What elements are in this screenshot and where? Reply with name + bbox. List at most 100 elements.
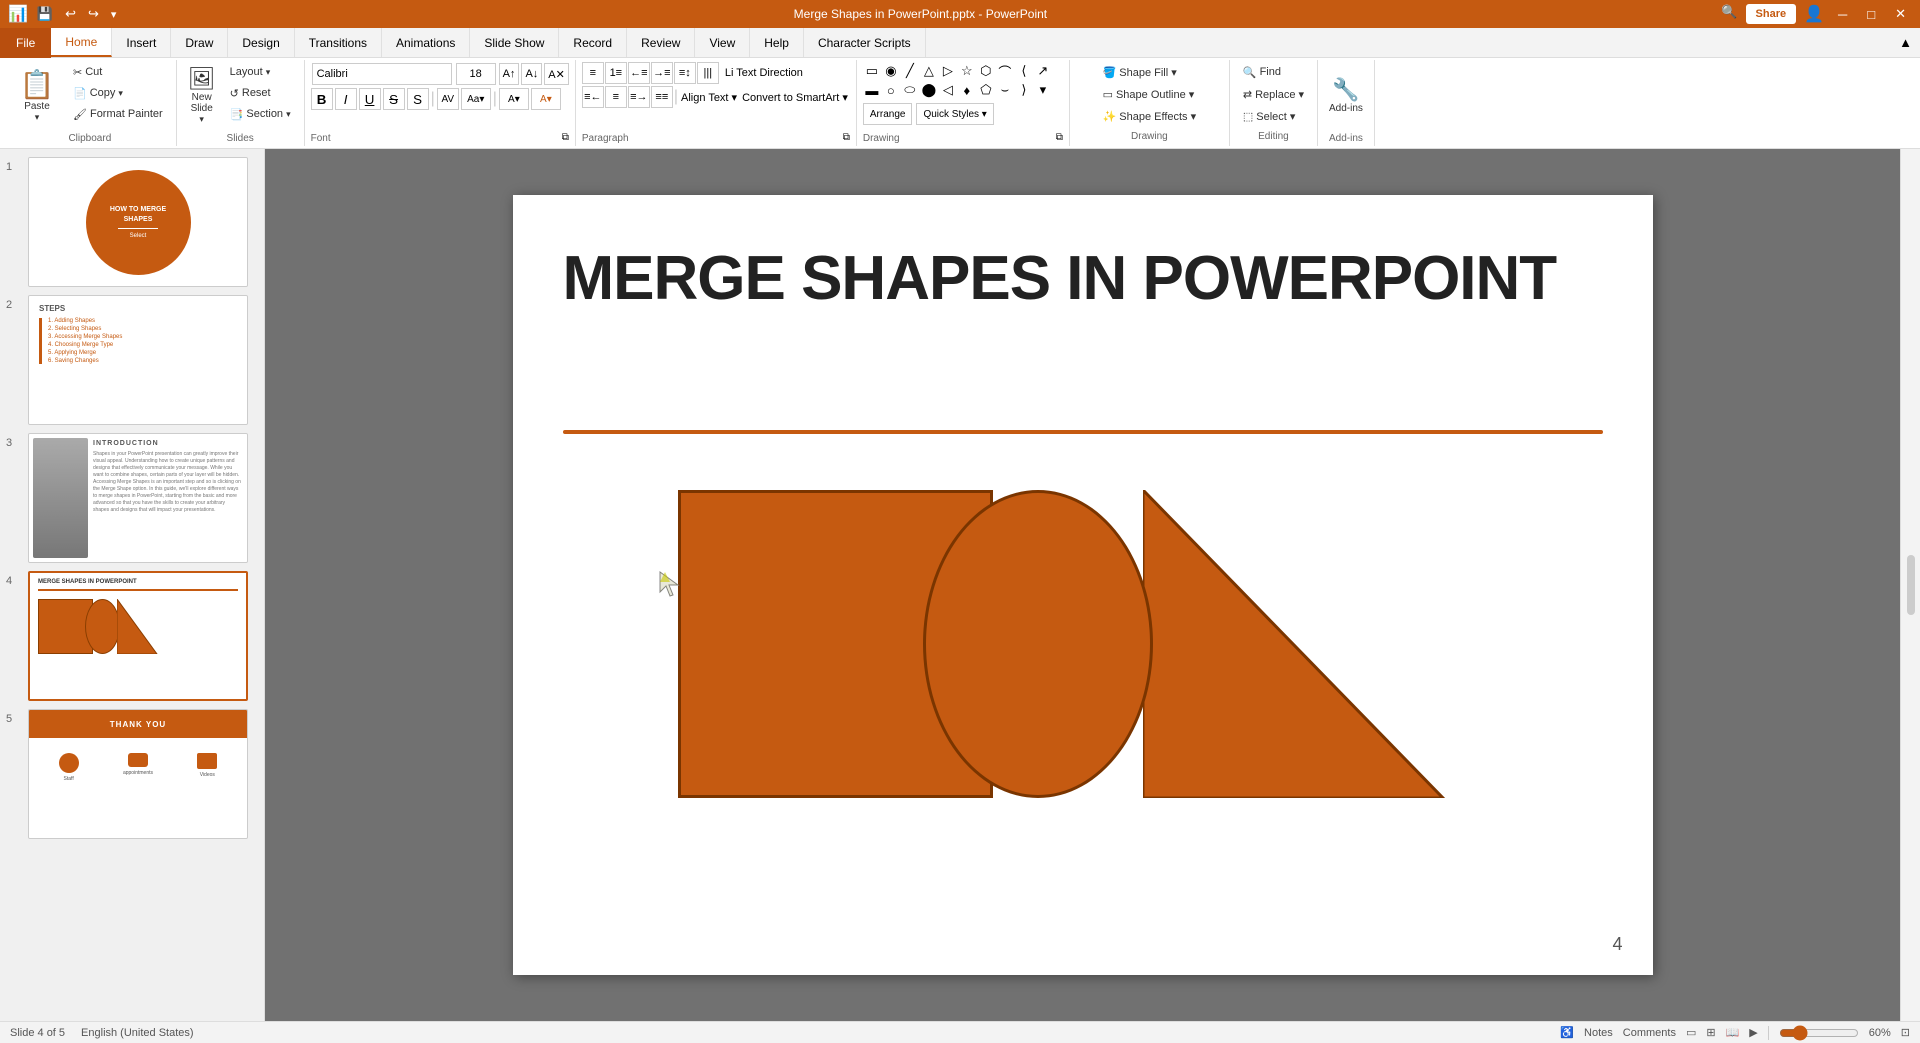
tab-slideshow[interactable]: Slide Show bbox=[470, 28, 559, 57]
shape-fill-button[interactable]: 🪣 Shape Fill ▾ bbox=[1096, 62, 1184, 82]
shape-effects-button[interactable]: ✨ Shape Effects ▾ bbox=[1096, 106, 1204, 126]
shape-icon-2[interactable]: ◉ bbox=[882, 62, 900, 80]
increase-font-size-button[interactable]: A↑ bbox=[499, 63, 520, 85]
right-scroll-panel[interactable] bbox=[1900, 149, 1920, 1021]
notes-button[interactable]: Notes bbox=[1584, 1027, 1613, 1039]
close-button[interactable]: ✕ bbox=[1889, 4, 1912, 24]
shape-icon-4[interactable]: △ bbox=[920, 62, 938, 80]
new-slide-button[interactable]: 🖼 New Slide ▾ bbox=[183, 62, 221, 128]
copy-button[interactable]: 📄 Copy ▾ bbox=[66, 83, 170, 103]
slide-thumb-5[interactable]: 5 THANK YOU Staff appointments bbox=[6, 709, 258, 839]
normal-view-icon[interactable]: ▭ bbox=[1686, 1026, 1696, 1039]
quick-undo[interactable]: ↩ bbox=[62, 6, 79, 22]
slide-thumbnail-5[interactable]: THANK YOU Staff appointments bbox=[28, 709, 248, 839]
paste-dropdown-icon[interactable]: ▾ bbox=[35, 112, 40, 123]
find-button[interactable]: 🔍 Find bbox=[1236, 62, 1288, 82]
strikethrough-button[interactable]: S bbox=[383, 88, 405, 110]
tab-character-scripts[interactable]: Character Scripts bbox=[804, 28, 926, 57]
shape-icon-15[interactable]: ◁ bbox=[939, 81, 957, 99]
slide-thumbnail-1[interactable]: HOW TO MERGE SHAPES Select bbox=[28, 157, 248, 287]
italic-button[interactable]: I bbox=[335, 88, 357, 110]
shape-icon-5[interactable]: ▷ bbox=[939, 62, 957, 80]
shadow-button[interactable]: S bbox=[407, 88, 429, 110]
tab-design[interactable]: Design bbox=[228, 28, 294, 57]
comments-button[interactable]: Comments bbox=[1623, 1027, 1676, 1039]
slide-thumb-3[interactable]: 3 INTRODUCTION Shapes in your PowerPoint… bbox=[6, 433, 258, 563]
presenter-view-icon[interactable]: ▶ bbox=[1749, 1026, 1757, 1039]
decrease-font-size-button[interactable]: A↓ bbox=[521, 63, 542, 85]
shape-icon-11[interactable]: ▬ bbox=[863, 81, 881, 99]
tab-home[interactable]: Home bbox=[51, 28, 112, 57]
underline-button[interactable]: U bbox=[359, 88, 381, 110]
slide-canvas-area[interactable]: MERGE SHAPES IN POWERPOINT bbox=[265, 149, 1900, 1021]
shape-icon-17[interactable]: ⬠ bbox=[977, 81, 995, 99]
char-spacing-button[interactable]: AV bbox=[437, 88, 459, 110]
triangle-shape[interactable] bbox=[1143, 490, 1458, 798]
quick-save[interactable]: 💾 bbox=[34, 6, 56, 22]
text-direction-button[interactable]: Li Text Direction bbox=[720, 66, 808, 80]
bold-button[interactable]: B bbox=[311, 88, 333, 110]
align-text-button[interactable]: Align Text ▾ bbox=[679, 89, 739, 106]
font-color-highlight-button[interactable]: A▾ bbox=[499, 88, 529, 110]
increase-indent-button[interactable]: →≡ bbox=[651, 62, 673, 84]
shape-icon-14[interactable]: ⬤ bbox=[920, 81, 938, 99]
tab-help[interactable]: Help bbox=[750, 28, 804, 57]
font-dialog-launcher[interactable]: ⧉ bbox=[562, 132, 569, 143]
tab-draw[interactable]: Draw bbox=[171, 28, 228, 57]
bullet-list-button[interactable]: ≡ bbox=[582, 62, 604, 84]
copy-dropdown-icon[interactable]: ▾ bbox=[118, 88, 123, 99]
shape-icon-18[interactable]: ⌣ bbox=[996, 81, 1014, 99]
shape-icon-9[interactable]: ⟨ bbox=[1015, 62, 1033, 80]
paragraph-dialog-launcher[interactable]: ⧉ bbox=[843, 132, 850, 143]
addins-button[interactable]: 🔧 Add-ins bbox=[1324, 62, 1368, 128]
slide-thumbnail-3[interactable]: INTRODUCTION Shapes in your PowerPoint p… bbox=[28, 433, 248, 563]
align-center-button[interactable]: ≡ bbox=[605, 86, 627, 108]
accessibility-icon[interactable]: ♿ bbox=[1560, 1026, 1574, 1039]
replace-button[interactable]: ⇄ Replace ▾ bbox=[1236, 84, 1311, 104]
reading-view-icon[interactable]: 📖 bbox=[1726, 1026, 1740, 1039]
shape-icon-12[interactable]: ○ bbox=[882, 81, 900, 99]
shape-icon-19[interactable]: ⟩ bbox=[1015, 81, 1033, 99]
maximize-button[interactable]: □ bbox=[1861, 4, 1881, 24]
shape-icon-3[interactable]: ╱ bbox=[901, 62, 919, 80]
shape-icon-8[interactable]: ⌒ bbox=[996, 62, 1014, 80]
section-dropdown-icon[interactable]: ▾ bbox=[286, 109, 291, 120]
shape-icon-10[interactable]: ↗ bbox=[1034, 62, 1052, 80]
font-size-input[interactable] bbox=[456, 63, 496, 85]
tab-animations[interactable]: Animations bbox=[382, 28, 470, 57]
shape-icon-7[interactable]: ⬡ bbox=[977, 62, 995, 80]
shape-outline-button[interactable]: ▭ Shape Outline ▾ bbox=[1096, 84, 1202, 104]
quick-styles-button[interactable]: Quick Styles ▾ bbox=[916, 103, 993, 125]
reset-button[interactable]: ↺ Reset bbox=[223, 83, 298, 103]
slide-thumb-1[interactable]: 1 HOW TO MERGE SHAPES Select bbox=[6, 157, 258, 287]
slide-thumb-2[interactable]: 2 STEPS 1. Adding Shapes 2. Selecting Sh… bbox=[6, 295, 258, 425]
ribbon-collapse-icon[interactable]: ▲ bbox=[1899, 35, 1912, 50]
fit-slide-button[interactable]: ⊡ bbox=[1901, 1026, 1910, 1039]
select-button[interactable]: ⬚ Select ▾ bbox=[1236, 106, 1303, 126]
new-slide-dropdown-icon[interactable]: ▾ bbox=[199, 114, 204, 125]
minimize-button[interactable]: ─ bbox=[1832, 4, 1853, 24]
quick-redo[interactable]: ↪ bbox=[85, 6, 102, 22]
tab-insert[interactable]: Insert bbox=[112, 28, 171, 57]
tab-view[interactable]: View bbox=[695, 28, 750, 57]
align-right-button[interactable]: ≡→ bbox=[628, 86, 650, 108]
circle-shape[interactable] bbox=[923, 490, 1153, 798]
shape-more-icon[interactable]: ▾ bbox=[1034, 81, 1052, 99]
justify-button[interactable]: ≡≡ bbox=[651, 86, 673, 108]
search-ribbon-icon[interactable]: 🔍 bbox=[1721, 4, 1737, 24]
zoom-slider[interactable] bbox=[1779, 1025, 1859, 1041]
layout-button[interactable]: Layout ▾ bbox=[223, 62, 298, 82]
format-painter-button[interactable]: 🖌 Format Painter bbox=[66, 104, 170, 124]
slide-thumbnail-2[interactable]: STEPS 1. Adding Shapes 2. Selecting Shap… bbox=[28, 295, 248, 425]
shape-icon-1[interactable]: ▭ bbox=[863, 62, 881, 80]
slide-sorter-icon[interactable]: ⊞ bbox=[1706, 1026, 1715, 1039]
font-color-button[interactable]: A▾ bbox=[531, 88, 561, 110]
shape-icon-16[interactable]: ♦ bbox=[958, 81, 976, 99]
user-icon[interactable]: 👤 bbox=[1804, 4, 1824, 24]
section-button[interactable]: 📑 Section ▾ bbox=[223, 104, 298, 124]
arrange-button[interactable]: Arrange bbox=[863, 103, 913, 125]
tab-file[interactable]: File bbox=[0, 28, 51, 58]
cut-button[interactable]: ✂ Cut bbox=[66, 62, 170, 82]
align-left-button[interactable]: ≡← bbox=[582, 86, 604, 108]
layout-dropdown-icon[interactable]: ▾ bbox=[266, 67, 271, 78]
